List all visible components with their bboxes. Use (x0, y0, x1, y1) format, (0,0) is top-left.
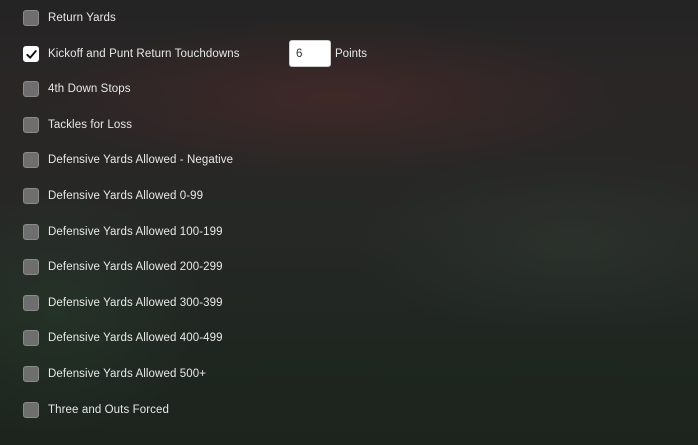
stat-checkbox-def-yards-400-499[interactable] (23, 330, 39, 346)
stat-checkbox-4th-down-stops[interactable] (23, 81, 39, 97)
stat-label: Return Yards (48, 12, 116, 24)
points-input[interactable] (289, 40, 331, 67)
stat-checkbox-def-yards-300-399[interactable] (23, 295, 39, 311)
stat-checkbox-return-yards[interactable] (23, 10, 39, 26)
stat-label: Tackles for Loss (48, 119, 133, 131)
stat-row-kickoff-punt-return-touchdowns: Kickoff and Punt Return Touchdowns (23, 45, 240, 63)
stat-label: Defensive Yards Allowed 300-399 (48, 297, 223, 309)
checkmark-icon (25, 49, 37, 59)
stat-row-return-yards: Return Yards (23, 9, 116, 27)
stat-label: Defensive Yards Allowed 200-299 (48, 261, 223, 273)
stat-row-def-yards-negative: Defensive Yards Allowed - Negative (23, 151, 233, 169)
scoring-settings-panel: Return Yards Kickoff and Punt Return Tou… (0, 0, 698, 445)
stat-checkbox-def-yards-negative[interactable] (23, 152, 39, 168)
stat-row-def-yards-200-299: Defensive Yards Allowed 200-299 (23, 258, 223, 276)
stat-row-def-yards-300-399: Defensive Yards Allowed 300-399 (23, 294, 223, 312)
stat-label: Defensive Yards Allowed 500+ (48, 368, 207, 380)
stat-row-def-yards-100-199: Defensive Yards Allowed 100-199 (23, 223, 223, 241)
stat-checkbox-def-yards-0-99[interactable] (23, 188, 39, 204)
stat-row-4th-down-stops: 4th Down Stops (23, 80, 131, 98)
stat-checkbox-tackles-for-loss[interactable] (23, 117, 39, 133)
stat-row-def-yards-500-plus: Defensive Yards Allowed 500+ (23, 365, 206, 383)
stat-row-def-yards-0-99: Defensive Yards Allowed 0-99 (23, 187, 203, 205)
stat-label: Defensive Yards Allowed 100-199 (48, 226, 223, 238)
stat-label: Defensive Yards Allowed - Negative (48, 154, 234, 166)
stat-label: Defensive Yards Allowed 0-99 (48, 190, 204, 202)
stat-checkbox-def-yards-100-199[interactable] (23, 224, 39, 240)
stat-row-three-and-outs-forced: Three and Outs Forced (23, 401, 169, 419)
points-field-group: Points (289, 40, 367, 67)
stat-checkbox-three-and-outs-forced[interactable] (23, 402, 39, 418)
stat-label: Defensive Yards Allowed 400-499 (48, 332, 223, 344)
points-unit-label: Points (335, 47, 367, 60)
stat-row-def-yards-400-499: Defensive Yards Allowed 400-499 (23, 329, 223, 347)
stat-checkbox-kickoff-punt-return-touchdowns[interactable] (23, 46, 39, 62)
stat-row-tackles-for-loss: Tackles for Loss (23, 116, 132, 134)
stat-checkbox-def-yards-200-299[interactable] (23, 259, 39, 275)
stat-label: 4th Down Stops (48, 83, 131, 95)
stat-checkbox-def-yards-500-plus[interactable] (23, 366, 39, 382)
stat-label: Three and Outs Forced (48, 404, 169, 416)
stat-label: Kickoff and Punt Return Touchdowns (48, 48, 240, 60)
